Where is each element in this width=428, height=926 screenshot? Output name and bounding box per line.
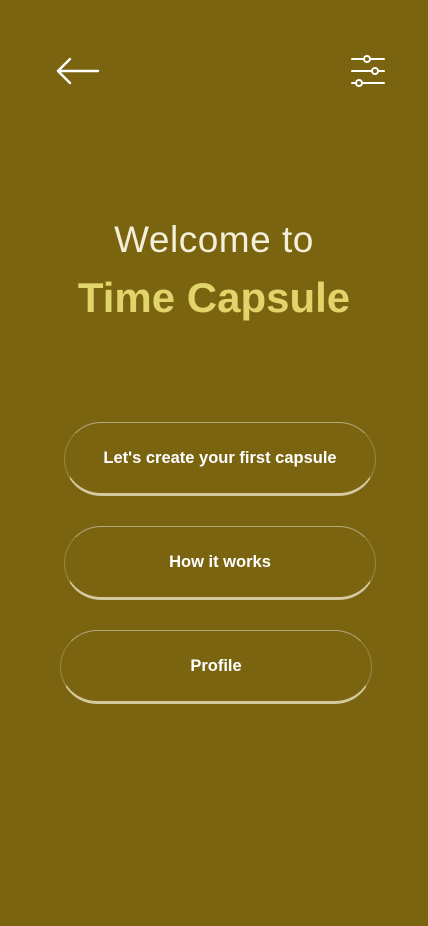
create-capsule-label: Let's create your first capsule (103, 448, 337, 467)
profile-label: Profile (190, 656, 242, 675)
profile-button[interactable]: Profile (60, 630, 372, 704)
filter-settings-button[interactable] (348, 52, 388, 90)
how-it-works-button[interactable]: How it works (64, 526, 376, 600)
welcome-text: Welcome to (114, 219, 314, 260)
back-button[interactable] (52, 52, 102, 90)
app-title: Time Capsule (77, 274, 351, 321)
create-capsule-button[interactable]: Let's create your first capsule (64, 422, 376, 496)
arrow-left-icon (56, 57, 100, 85)
how-it-works-label: How it works (169, 552, 271, 571)
sliders-icon (351, 55, 385, 87)
